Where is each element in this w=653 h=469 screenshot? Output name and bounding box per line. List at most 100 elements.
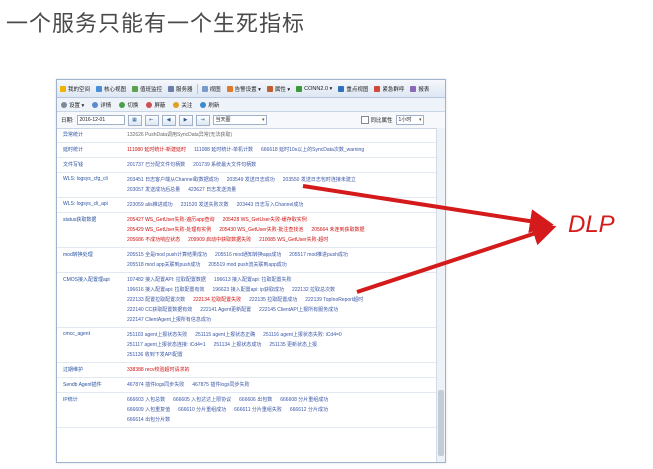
attribute-link[interactable]: 201739 系统最大文件句柄数 [193, 160, 256, 170]
attribute-link[interactable]: 223059 alis推进成功 [127, 200, 173, 210]
attribute-link[interactable]: 251135 更新状态上报 [269, 340, 317, 350]
attribute-link[interactable]: 666612 分片成功 [290, 405, 328, 415]
attribute-link[interactable]: 222134 拉取配置失败 [193, 295, 241, 305]
compare-checkbox[interactable] [360, 116, 369, 124]
attribute-link[interactable]: 338388 recv校验超时请求的 [127, 365, 190, 375]
attribute-link[interactable]: 196616 接入配置api: 拉取配置有效 [127, 285, 205, 295]
attribute-link[interactable]: 467875 插件logs同步失败 [192, 380, 249, 390]
attribute-link[interactable]: 203443 日志写入Channel成功 [237, 200, 304, 210]
group-label[interactable]: 文件写钱 [57, 158, 123, 172]
group-label[interactable]: mod转换处理 [57, 248, 123, 272]
toolbar-divider [196, 83, 198, 94]
attribute-link[interactable]: 205686 不成功响应状态 [127, 235, 180, 245]
attribute-link[interactable]: 423627 日志发送流量 [188, 185, 236, 195]
toolbar-server[interactable]: 服务器 [165, 85, 196, 93]
date-input[interactable]: 2016-12-01 [76, 115, 125, 125]
range-select[interactable]: 当天图 [212, 115, 267, 125]
attribute-link[interactable]: 203451 日志客户端从Channel取数据成功 [127, 175, 219, 185]
attribute-link[interactable]: 203057 发送成功后总量 [127, 185, 180, 195]
attribute-link[interactable]: 222132 拉取总次数 [292, 285, 335, 295]
attribute-link[interactable]: 666610 分片重组成功 [178, 405, 226, 415]
toolbar-core-view[interactable]: 核心视图 [93, 85, 129, 93]
attribute-link[interactable]: 666609 入包重复值 [127, 405, 170, 415]
attribute-link[interactable]: 666603 入包总数 [127, 395, 165, 405]
next-button[interactable]: ▶ [178, 114, 193, 126]
toolbar-view[interactable]: 视图 [199, 85, 224, 93]
attribute-link[interactable]: 666606 出包数 [239, 395, 272, 405]
group-label[interactable]: IP统计 [57, 393, 123, 427]
attribute-link[interactable]: 222133 配置拉取配置次数 [127, 295, 185, 305]
block-button[interactable]: 屏蔽 [142, 101, 169, 109]
group-label[interactable]: 异常统计 [57, 128, 123, 142]
attribute-link[interactable]: 205519 mod push流关联到app成功 [208, 260, 286, 270]
follow-button[interactable]: 关注 [169, 101, 196, 109]
group-label[interactable]: 过期维护 [57, 363, 123, 377]
interval-select[interactable]: 1小时 [395, 115, 424, 125]
attribute-link[interactable]: 666605 入包达达上限协议 [173, 395, 231, 405]
attribute-link[interactable]: 205429 WS_GetUser失败-处理有实例 [127, 225, 211, 235]
group-label[interactable]: CMOS接入配置理api [57, 273, 123, 327]
attribute-link[interactable]: 251136 收到下发API配置 [127, 350, 183, 360]
attribute-link[interactable]: 251134 上报状态成功 [214, 340, 262, 350]
attribute-link[interactable]: 132626 PushData调用SyncData异常(无法获取) [127, 130, 232, 140]
attribute-link[interactable]: 201737 已分配文件句柄数 [127, 160, 185, 170]
attribute-link[interactable]: 210085 WS_GetUser失败-超时 [259, 235, 328, 245]
attribute-link[interactable]: 205664 未连到获取数据 [311, 225, 364, 235]
attribute-link[interactable]: 209909 启动中获取数据失败 [188, 235, 251, 245]
attribute-link[interactable]: 222135 拉取配置成功 [249, 295, 297, 305]
group-label[interactable]: WLS: logsys_cli_api [57, 198, 123, 212]
toolbar-my-space[interactable]: 我的空间 [57, 85, 93, 93]
group-label[interactable]: 延时统计 [57, 143, 123, 157]
switch-button[interactable]: 切换 [115, 101, 142, 109]
attribute-link[interactable]: 666614 出包分片数 [127, 415, 170, 425]
attribute-link[interactable]: 205517 mod推进push成功 [289, 250, 348, 260]
toolbar-reports[interactable]: 报表 [407, 85, 432, 93]
details-button[interactable]: 详情 [88, 101, 115, 109]
last-day-button[interactable]: ⇥ [195, 114, 210, 126]
attribute-link[interactable]: 222141 Agent更新配置 [200, 305, 251, 315]
attribute-link[interactable]: 251103 agent上报状态失败 [127, 330, 187, 340]
attribute-link[interactable]: 666608 分片重组成功 [280, 395, 328, 405]
attribute-link[interactable]: 205515 全是mod push计算结果成功 [127, 250, 207, 260]
settings-menu[interactable]: 设置 ▾ [57, 101, 88, 109]
attribute-link[interactable]: 205518 mod app关联到push成功 [127, 260, 200, 270]
attribute-link[interactable]: 251117 agent上报状态连接: iCd4=1 [127, 340, 206, 350]
attribute-link[interactable]: 222139 TopInoReport超时 [305, 295, 363, 305]
toolbar-duty-monitor[interactable]: 值班监控 [129, 85, 165, 93]
attribute-link[interactable]: 111080 延时统计-新建延时 [127, 145, 186, 155]
group-label[interactable]: Sendb Agent插件 [57, 378, 123, 392]
attribute-link[interactable]: 251115 agent上报状态正确 [195, 330, 255, 340]
attribute-link[interactable]: 203549 发送日志成功 [227, 175, 275, 185]
group-label[interactable]: WLS: logsys_cfg_cli [57, 173, 123, 197]
attribute-link[interactable]: 196623 接入配置api: ip获取成功 [213, 285, 284, 295]
group-label[interactable]: status获取数据 [57, 213, 123, 247]
vertical-scrollbar[interactable] [436, 128, 445, 462]
toolbar-conn[interactable]: CONN2.0 ▾ [293, 85, 335, 92]
attribute-link[interactable]: 205430 WS_GetUser失败-批注查找池 [219, 225, 303, 235]
toolbar-key-view[interactable]: 重点视图 [335, 85, 371, 93]
attribute-link[interactable]: 205427 WS_GetUser失败-遍历app查询 [127, 215, 215, 225]
scrollbar-thumb[interactable] [438, 390, 444, 456]
attribute-link[interactable]: 467874 插件logs同步失败 [127, 380, 184, 390]
attribute-link[interactable]: 205428 WS_GetUser失败-缓存取实例 [223, 215, 307, 225]
attribute-link[interactable]: 107482 接入配置API: 拉取配置数据 [127, 275, 206, 285]
attribute-link[interactable]: 251116 agent上报状态失败: iCd4=0 [263, 330, 342, 340]
toolbar-emergency-call[interactable]: 紧急群呼 [371, 85, 407, 93]
attribute-link[interactable]: 666618 延时10s以上的SyncData次数_warning [261, 145, 364, 155]
toolbar-alarm-settings[interactable]: 告警设置 ▾ [224, 85, 264, 93]
attribute-link[interactable]: 222145 ClientAPI上报所有服务成功 [259, 305, 338, 315]
attribute-link[interactable]: 205516 mod通知转换app成功 [215, 250, 281, 260]
refresh-button[interactable]: 刷新 [196, 101, 223, 109]
calendar-button[interactable]: ▦ [127, 114, 142, 126]
attribute-link[interactable]: 196613 接入配置api: 拉取配置失败 [214, 275, 292, 285]
group-label[interactable]: cmcc_agent [57, 328, 123, 362]
prev-button[interactable]: ◀ [161, 114, 176, 126]
attribute-link[interactable]: 222140 CC获取配置数据有效 [127, 305, 192, 315]
attribute-link[interactable]: 111088 延时统计-单机计数 [194, 145, 253, 155]
attribute-link[interactable]: 222147 ClientAgent上报所有信息成功 [127, 315, 211, 325]
attribute-link[interactable]: 231520 发送失败次数 [181, 200, 229, 210]
prev-day-button[interactable]: ⇤ [144, 114, 159, 126]
attribute-link[interactable]: 666611 分片重组失败 [234, 405, 282, 415]
attribute-link[interactable]: 203550 发送日志包时连接未建立 [283, 175, 356, 185]
toolbar-attributes[interactable]: 属性 ▾ [264, 85, 293, 93]
